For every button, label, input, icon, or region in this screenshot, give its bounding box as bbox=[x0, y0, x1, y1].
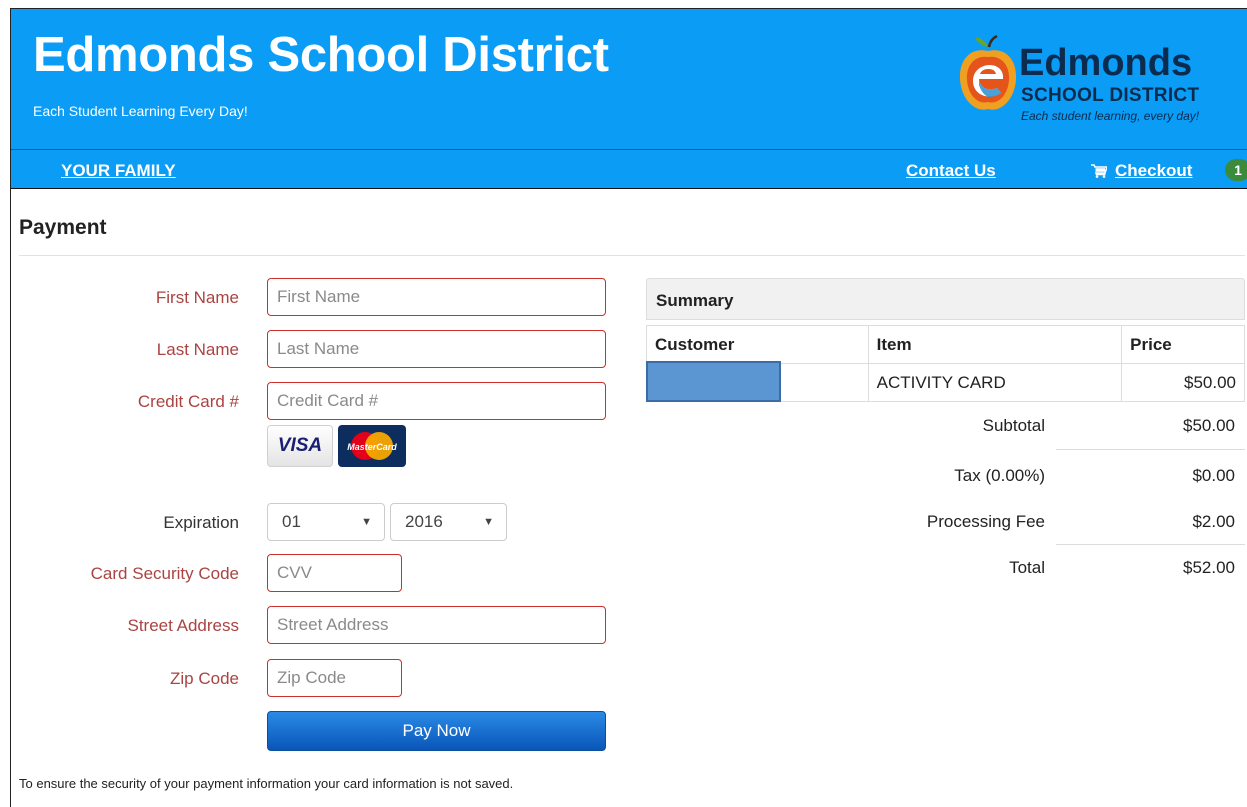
nav-checkout-link[interactable]: Checkout bbox=[1091, 161, 1192, 181]
first-name-label: First Name bbox=[155, 288, 239, 307]
last-name-label: Last Name bbox=[156, 340, 239, 359]
cvv-field[interactable] bbox=[267, 554, 402, 592]
processing-fee-value: $2.00 bbox=[1192, 512, 1235, 531]
first-name-field[interactable] bbox=[267, 278, 606, 316]
last-name-field[interactable] bbox=[267, 330, 606, 368]
checkout-label: Checkout bbox=[1115, 161, 1193, 180]
chevron-down-icon: ▼ bbox=[361, 516, 372, 528]
apple-logo-icon bbox=[959, 35, 1017, 110]
order-summary: Summary Customer Item Price ACTIVITY CAR… bbox=[646, 278, 1245, 402]
expiration-year-select[interactable]: 2016 ▼ bbox=[390, 503, 507, 541]
pay-now-button[interactable]: Pay Now bbox=[267, 711, 606, 751]
credit-card-label: Credit Card # bbox=[137, 392, 239, 411]
street-address-field[interactable] bbox=[267, 606, 606, 644]
item-cell: ACTIVITY CARD bbox=[867, 363, 1123, 402]
tax-row: Tax (0.00%) $0.00 bbox=[646, 452, 1245, 498]
site-title: Edmonds School District bbox=[33, 28, 609, 82]
zip-code-field[interactable] bbox=[267, 659, 402, 697]
chevron-down-icon: ▼ bbox=[483, 516, 494, 528]
logo-subtitle: SCHOOL DISTRICT bbox=[1021, 85, 1200, 106]
expiration-year-value: 2016 bbox=[405, 512, 443, 531]
district-logo: Edmonds SCHOOL DISTRICT Each student lea… bbox=[957, 23, 1247, 141]
tax-value: $0.00 bbox=[1192, 466, 1235, 485]
column-header-price: Price bbox=[1121, 325, 1245, 364]
site-header: Edmonds School District Each Student Lea… bbox=[11, 9, 1247, 149]
summary-header-row: Customer Item Price bbox=[646, 325, 1245, 364]
cvv-label: Card Security Code bbox=[90, 564, 239, 583]
credit-card-field[interactable] bbox=[267, 382, 606, 420]
expiration-month-value: 01 bbox=[282, 512, 301, 531]
totals-divider bbox=[1056, 449, 1245, 450]
zip-code-label: Zip Code bbox=[170, 669, 239, 688]
processing-fee-label: Processing Fee bbox=[926, 512, 1045, 531]
tax-label: Tax (0.00%) bbox=[954, 466, 1045, 485]
page-title: Payment bbox=[19, 216, 107, 239]
security-note: To ensure the security of your payment i… bbox=[19, 776, 514, 791]
expiration-label: Expiration bbox=[163, 513, 239, 532]
heading-divider bbox=[19, 255, 1245, 256]
expiration-month-select[interactable]: 01 ▼ bbox=[267, 503, 385, 541]
browser-frame: Edmonds School District Each Student Lea… bbox=[10, 8, 1247, 807]
subtotal-value: $50.00 bbox=[1183, 416, 1235, 435]
redacted-customer-name bbox=[646, 361, 781, 402]
summary-title: Summary bbox=[646, 278, 1245, 320]
cart-count-badge: 1 bbox=[1225, 159, 1247, 181]
site-tagline: Each Student Learning Every Day! bbox=[33, 103, 248, 119]
accepted-cards: VISA MasterCard bbox=[267, 425, 417, 469]
mastercard-wordmark: MasterCard bbox=[347, 442, 397, 452]
visa-icon: VISA bbox=[267, 425, 333, 467]
main-navbar: YOUR FAMILY Contact Us Checkout 1 bbox=[11, 149, 1247, 189]
column-header-customer: Customer bbox=[646, 325, 869, 364]
price-cell: $50.00 bbox=[1121, 363, 1245, 402]
nav-your-family-link[interactable]: YOUR FAMILY bbox=[61, 161, 176, 181]
column-header-item: Item bbox=[867, 325, 1123, 364]
total-value: $52.00 bbox=[1183, 558, 1235, 577]
shopping-cart-icon bbox=[1091, 164, 1107, 178]
total-row: Total $52.00 bbox=[646, 544, 1245, 590]
processing-fee-row: Processing Fee $2.00 bbox=[646, 498, 1245, 544]
mastercard-icon: MasterCard bbox=[338, 425, 406, 467]
logo-wordmark: Edmonds bbox=[1019, 42, 1193, 84]
subtotal-row: Subtotal $50.00 bbox=[646, 402, 1245, 448]
total-label: Total bbox=[1009, 558, 1045, 577]
street-address-label: Street Address bbox=[127, 616, 239, 635]
subtotal-label: Subtotal bbox=[982, 416, 1045, 435]
nav-contact-us-link[interactable]: Contact Us bbox=[906, 161, 996, 181]
logo-tagline: Each student learning, every day! bbox=[1021, 109, 1200, 123]
